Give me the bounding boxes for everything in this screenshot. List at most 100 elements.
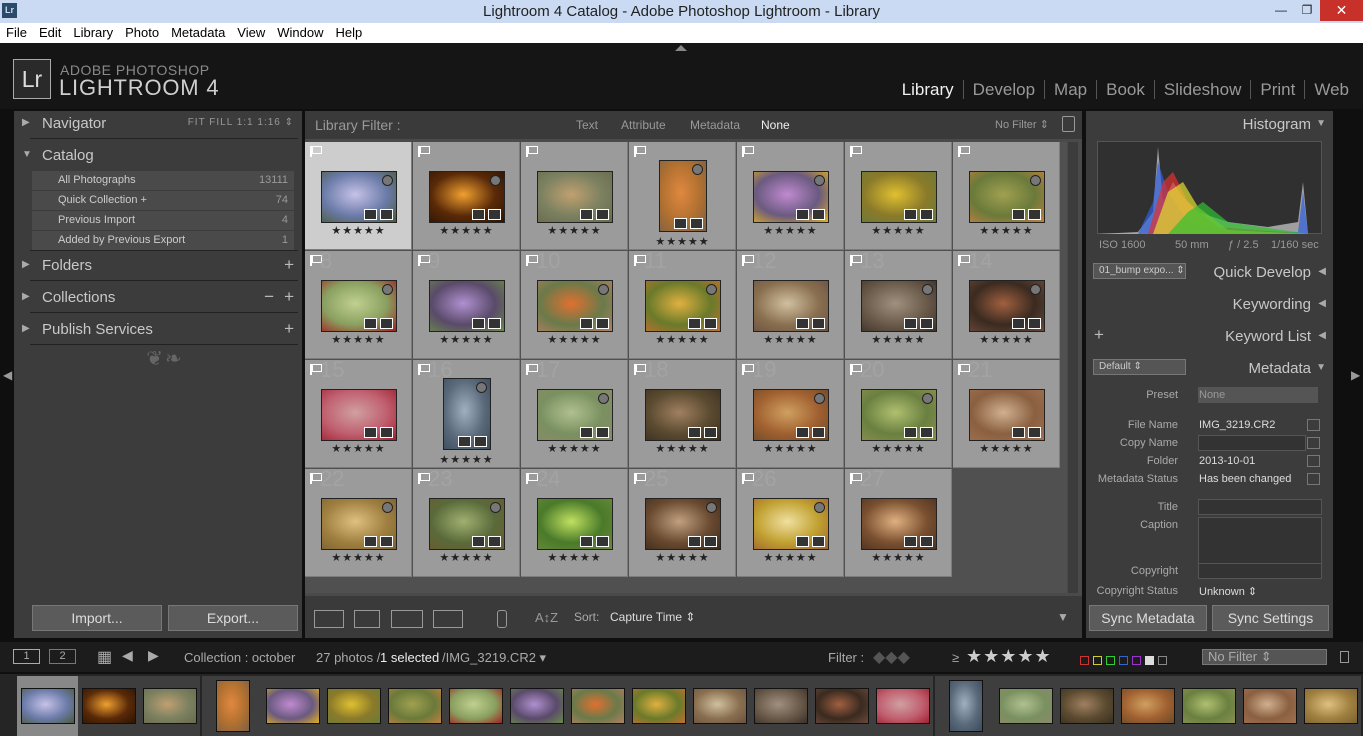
- develop-settings-badge-icon[interactable]: [811, 318, 825, 329]
- crop-badge-icon[interactable]: [579, 427, 593, 438]
- photo-thumbnail[interactable]: [320, 498, 397, 550]
- grid-cell[interactable]: 16 ★★★★★: [413, 357, 520, 468]
- filmstrip-thumbnail[interactable]: [20, 688, 75, 724]
- photo-thumbnail[interactable]: [658, 160, 707, 232]
- develop-settings-badge-icon[interactable]: [703, 427, 717, 438]
- crop-badge-icon[interactable]: [457, 436, 471, 447]
- photo-thumbnail[interactable]: [860, 280, 937, 332]
- filmstrip-thumbnail[interactable]: [692, 688, 747, 724]
- crop-badge-icon[interactable]: [795, 536, 809, 547]
- arrow-right-icon[interactable]: [1307, 437, 1320, 449]
- quick-collection-circle-icon[interactable]: [381, 502, 393, 513]
- filmstrip-cell[interactable]: [323, 676, 384, 736]
- star-rating[interactable]: ★★★★★: [413, 453, 520, 466]
- filmstrip-cell[interactable]: [1178, 676, 1239, 736]
- grid-cell[interactable]: ★★★★★: [737, 142, 844, 250]
- star-rating[interactable]: ★★★★★: [845, 224, 952, 237]
- filmstrip-thumbnail[interactable]: [998, 688, 1053, 724]
- filmstrip-cell[interactable]: [506, 676, 567, 736]
- filmstrip-cell[interactable]: [935, 676, 996, 736]
- crop-badge-icon[interactable]: [363, 536, 377, 547]
- crop-badge-icon[interactable]: [687, 318, 701, 329]
- module-map[interactable]: Map: [1045, 80, 1098, 99]
- develop-settings-badge-icon[interactable]: [487, 536, 501, 547]
- histogram-graph[interactable]: [1097, 141, 1322, 234]
- collections-header[interactable]: ▶ Collections − +: [16, 285, 300, 312]
- star-rating[interactable]: ★★★★★: [629, 442, 736, 455]
- filmstrip-thumbnail[interactable]: [814, 688, 869, 724]
- filmstrip-thumbnail[interactable]: [1303, 688, 1358, 724]
- star-rating[interactable]: ★★★★★: [305, 224, 412, 237]
- close-button[interactable]: ✕: [1320, 0, 1363, 21]
- secondary-screen-button[interactable]: 2: [49, 649, 76, 664]
- catalog-row-previous-import[interactable]: Previous Import 4: [32, 211, 294, 230]
- flag-icon[interactable]: [418, 473, 430, 484]
- flag-icon[interactable]: [850, 473, 862, 484]
- filmstrip-thumbnail[interactable]: [1181, 688, 1236, 724]
- filmstrip-thumbnail[interactable]: [1120, 688, 1175, 724]
- collapse-top-arrow-icon[interactable]: [675, 45, 687, 51]
- develop-settings-badge-icon[interactable]: [473, 436, 487, 447]
- menu-help[interactable]: Help: [330, 23, 369, 40]
- publish-services-header[interactable]: ▶ Publish Services +: [16, 317, 300, 344]
- filmstrip-cell[interactable]: [384, 676, 445, 736]
- develop-settings-badge-icon[interactable]: [1027, 209, 1041, 220]
- histogram-header[interactable]: Histogram ▼: [1088, 111, 1331, 138]
- star-rating[interactable]: ★★★★★: [521, 333, 628, 346]
- crop-badge-icon[interactable]: [579, 536, 593, 547]
- flag-icon[interactable]: [958, 146, 970, 157]
- star-rating[interactable]: ★★★★★: [521, 224, 628, 237]
- develop-settings-badge-icon[interactable]: [487, 209, 501, 220]
- compare-view-icon[interactable]: [391, 610, 423, 628]
- star-rating[interactable]: ★★★★★: [629, 235, 736, 248]
- crop-badge-icon[interactable]: [903, 427, 917, 438]
- flag-icon[interactable]: [742, 473, 754, 484]
- module-web[interactable]: Web: [1305, 80, 1349, 99]
- develop-settings-badge-icon[interactable]: [689, 218, 703, 229]
- filmstrip-thumbnail[interactable]: [387, 688, 442, 724]
- photo-thumbnail[interactable]: [752, 389, 829, 441]
- star-rating[interactable]: ★★★★★: [953, 224, 1060, 237]
- develop-settings-badge-icon[interactable]: [379, 209, 393, 220]
- primary-screen-button[interactable]: 1: [13, 649, 40, 664]
- import-button[interactable]: Import...: [32, 605, 162, 631]
- develop-settings-badge-icon[interactable]: [379, 318, 393, 329]
- flag-icon[interactable]: [526, 255, 538, 266]
- flag-icon[interactable]: [526, 364, 538, 375]
- filmstrip-thumbnail[interactable]: [753, 688, 808, 724]
- photo-thumbnail[interactable]: [644, 389, 721, 441]
- filmstrip-thumbnail[interactable]: [81, 688, 136, 724]
- photo-thumbnail[interactable]: [968, 389, 1045, 441]
- develop-settings-badge-icon[interactable]: [919, 209, 933, 220]
- crop-badge-icon[interactable]: [363, 427, 377, 438]
- quick-collection-circle-icon[interactable]: [475, 382, 487, 393]
- photo-thumbnail[interactable]: [536, 171, 613, 223]
- filmstrip-cell[interactable]: [1056, 676, 1117, 736]
- develop-settings-badge-icon[interactable]: [1027, 427, 1041, 438]
- copy-name-input[interactable]: [1198, 435, 1306, 451]
- crop-badge-icon[interactable]: [363, 209, 377, 220]
- grid-cell[interactable]: 9 ★★★★★: [413, 248, 520, 359]
- grid-cell[interactable]: 27 ★★★★★: [845, 466, 952, 577]
- filmstrip-thumbnail[interactable]: [1059, 688, 1114, 724]
- navigator-header[interactable]: ▶ Navigator FIT FILL 1:1 1:16 ⇕: [16, 111, 300, 138]
- flag-icon[interactable]: [526, 146, 538, 157]
- develop-settings-badge-icon[interactable]: [595, 318, 609, 329]
- flag-icon[interactable]: [418, 255, 430, 266]
- grid-cell[interactable]: 10 ★★★★★: [521, 248, 628, 359]
- grid-view-icon[interactable]: [314, 610, 344, 628]
- develop-settings-badge-icon[interactable]: [379, 427, 393, 438]
- filmstrip-cell[interactable]: [811, 676, 872, 736]
- filmstrip-thumbnail[interactable]: [631, 688, 686, 724]
- star-rating[interactable]: ★★★★★: [737, 333, 844, 346]
- filmstrip-cell[interactable]: [445, 676, 506, 736]
- quick-collection-circle-icon[interactable]: [705, 502, 717, 513]
- flag-filter-icons[interactable]: ◆◆◆: [873, 647, 910, 667]
- menu-metadata[interactable]: Metadata: [165, 23, 231, 40]
- photo-thumbnail[interactable]: [860, 171, 937, 223]
- develop-settings-badge-icon[interactable]: [487, 318, 501, 329]
- folders-header[interactable]: ▶ Folders +: [16, 253, 300, 280]
- photo-thumbnail[interactable]: [320, 280, 397, 332]
- flag-icon[interactable]: [850, 255, 862, 266]
- develop-settings-badge-icon[interactable]: [595, 536, 609, 547]
